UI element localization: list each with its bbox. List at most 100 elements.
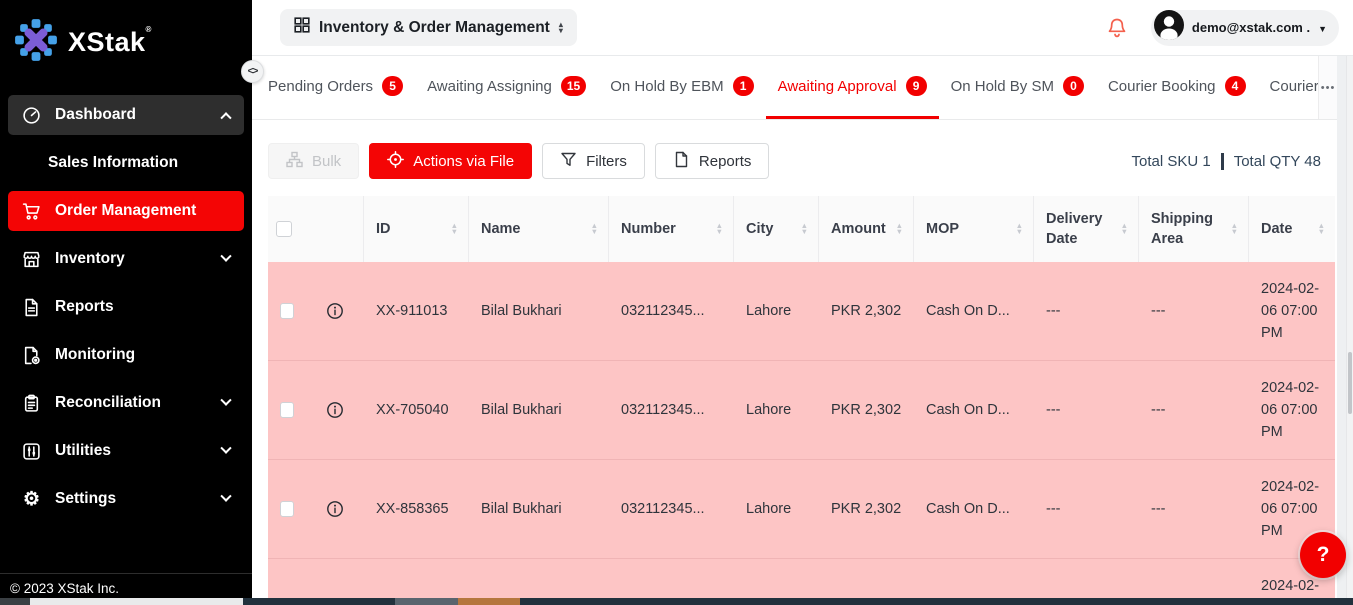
speedometer-icon [22, 106, 41, 125]
column-header-shipping-area[interactable]: Shipping Area [1139, 196, 1249, 262]
notification-bell-icon[interactable] [1107, 17, 1127, 39]
column-label: Delivery Date [1046, 209, 1115, 249]
document-icon [673, 151, 690, 172]
row-checkbox[interactable] [280, 402, 294, 418]
info-circle-icon[interactable] [326, 401, 344, 419]
column-label: City [746, 219, 773, 239]
tab-label: On Hold By EBM [610, 78, 723, 95]
orders-table: ID Name Number City Amount MOP Delivery … [268, 196, 1335, 605]
cell-city: Lahore [734, 300, 819, 322]
cell-amount: PKR 2,302 [819, 300, 914, 322]
sidebar-collapse-button[interactable] [241, 60, 264, 83]
sidebar-item-label: Sales Information [48, 154, 178, 172]
sidebar-item-order-management[interactable]: Order Management [8, 191, 244, 231]
filters-label: Filters [586, 153, 627, 170]
xstak-flower-icon [14, 18, 58, 67]
column-header-name[interactable]: Name [469, 196, 609, 262]
workspace-name: Inventory & Order Management [319, 19, 550, 37]
chevron-down-icon [220, 395, 231, 406]
workspace-selector[interactable]: Inventory & Order Management [280, 9, 577, 46]
column-label: Shipping Area [1151, 209, 1225, 249]
column-label: ID [376, 219, 391, 239]
sort-icon[interactable] [445, 223, 458, 236]
help-button[interactable]: ? [1300, 532, 1346, 578]
column-header-id[interactable]: ID [364, 196, 469, 262]
column-header-amount[interactable]: Amount [819, 196, 914, 262]
bottom-bar [0, 598, 1353, 605]
tab-awaiting-assigning[interactable]: Awaiting Assigning 15 [415, 56, 598, 119]
storefront-icon [22, 250, 41, 269]
sidebar-item-reports[interactable]: Reports [8, 287, 244, 327]
column-label: MOP [926, 219, 959, 239]
info-circle-icon[interactable] [326, 302, 344, 320]
sort-icon[interactable] [1010, 223, 1023, 236]
column-label: Name [481, 219, 521, 239]
sidebar-item-monitoring[interactable]: Monitoring [8, 335, 244, 375]
cell-shipping-area: --- [1139, 300, 1249, 322]
column-header-city[interactable]: City [734, 196, 819, 262]
cell-mop: Cash On D... [914, 498, 1034, 520]
tab-on-hold-by-ebm[interactable]: On Hold By EBM 1 [598, 56, 765, 119]
column-label: Number [621, 219, 676, 239]
cell-delivery-date: --- [1034, 498, 1139, 520]
column-header-number[interactable]: Number [609, 196, 734, 262]
filters-button[interactable]: Filters [542, 143, 645, 179]
gear-icon [22, 490, 41, 509]
reports-button[interactable]: Reports [655, 143, 770, 179]
sidebar-item-settings[interactable]: Settings [8, 479, 244, 519]
cell-amount: PKR 2,302 [819, 399, 914, 421]
tab-count-badge: 1 [733, 76, 754, 96]
info-circle-icon[interactable] [326, 500, 344, 518]
sidebar: XStak® Dashboard Sales Information Order… [0, 0, 252, 605]
tab-awaiting-approval[interactable]: Awaiting Approval 9 [766, 56, 939, 119]
tab-courier-booking[interactable]: Courier Booking 4 [1096, 56, 1258, 119]
sidebar-item-sales-information[interactable]: Sales Information [8, 143, 244, 183]
actions-via-file-button[interactable]: Actions via File [369, 143, 532, 179]
table-row[interactable]: XX-858365 Bilal Bukhari 032112345... Lah… [268, 460, 1335, 559]
user-menu[interactable]: demo@xstak.com . [1151, 10, 1339, 46]
totals-summary: Total SKU 1 Total QTY 48 [1132, 153, 1322, 170]
select-all-checkbox[interactable] [276, 221, 292, 237]
total-sku: Total SKU 1 [1132, 153, 1211, 170]
cell-name: Bilal Bukhari [469, 498, 609, 520]
topbar: Inventory & Order Management demo@ [252, 0, 1353, 56]
main-content: Pending Orders 5 Awaiting Assigning 15 O… [252, 56, 1337, 605]
sidebar-item-label: Order Management [55, 202, 196, 220]
bulk-button[interactable]: Bulk [268, 143, 359, 179]
sort-icon[interactable] [1312, 223, 1325, 236]
horizontal-scrollbar-thumb[interactable] [30, 598, 243, 605]
table-row[interactable]: XX-911013 Bilal Bukhari 032112345... Lah… [268, 262, 1335, 361]
tab-label: Awaiting Assigning [427, 78, 552, 95]
funnel-icon [560, 151, 577, 172]
user-email: demo@xstak.com . [1192, 20, 1310, 35]
column-header-delivery-date[interactable]: Delivery Date [1034, 196, 1139, 262]
sidebar-item-label: Reconciliation [55, 394, 161, 412]
table-row[interactable]: XX-705040 Bilal Bukhari 032112345... Lah… [268, 361, 1335, 460]
tab-count-badge: 5 [382, 76, 403, 96]
sidebar-item-reconciliation[interactable]: Reconciliation [8, 383, 244, 423]
tab-courier-processing[interactable]: Courier Proce [1258, 56, 1319, 119]
sort-icon[interactable] [1115, 223, 1128, 236]
column-header-date[interactable]: Date [1249, 196, 1335, 262]
sort-icon[interactable] [585, 223, 598, 236]
cell-delivery-date: --- [1034, 399, 1139, 421]
sidebar-item-utilities[interactable]: Utilities [8, 431, 244, 471]
sidebar-item-dashboard[interactable]: Dashboard [8, 95, 244, 135]
row-checkbox[interactable] [280, 303, 294, 319]
vertical-scrollbar[interactable] [1346, 56, 1353, 598]
cell-city: Lahore [734, 498, 819, 520]
tab-pending-orders[interactable]: Pending Orders 5 [256, 56, 415, 119]
tab-count-badge: 4 [1225, 76, 1246, 96]
sort-icon[interactable] [890, 223, 903, 236]
sidebar-nav: Dashboard Sales Information Order Manage… [8, 95, 244, 527]
sidebar-item-inventory[interactable]: Inventory [8, 239, 244, 279]
column-header-mop[interactable]: MOP [914, 196, 1034, 262]
sort-icon[interactable] [710, 223, 723, 236]
tab-on-hold-by-sm[interactable]: On Hold By SM 0 [939, 56, 1096, 119]
more-tabs-button[interactable] [1318, 56, 1337, 119]
tab-label: Courier Proce [1270, 78, 1319, 95]
row-checkbox[interactable] [280, 501, 294, 517]
sort-icon[interactable] [1225, 223, 1238, 236]
sort-icon[interactable] [795, 223, 808, 236]
vertical-scrollbar-thumb[interactable] [1348, 352, 1352, 414]
